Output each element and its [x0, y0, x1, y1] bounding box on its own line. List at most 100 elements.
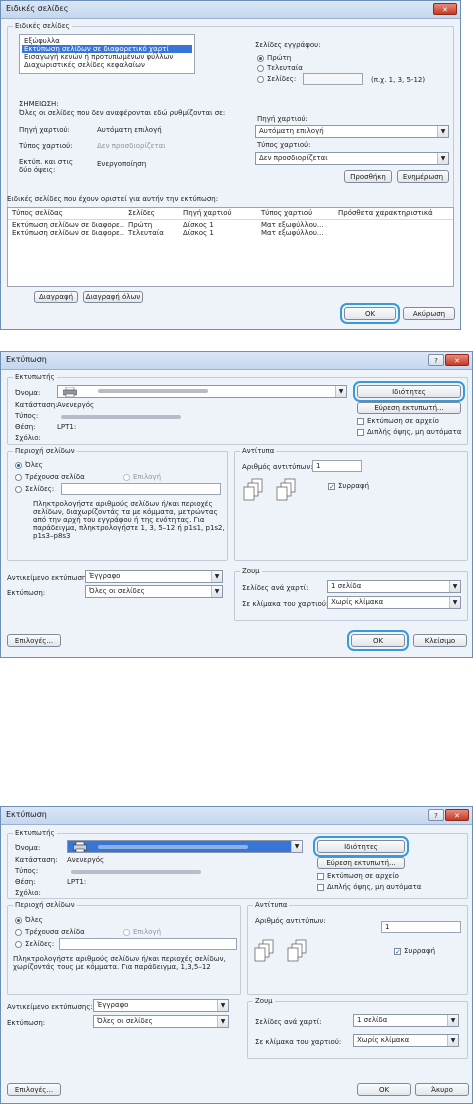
- where-value: LPT1:: [57, 423, 77, 431]
- print-to-file-checkbox[interactable]: [317, 873, 324, 880]
- print-what-value: Έγγραφο: [97, 1001, 129, 1009]
- scale-select[interactable]: Χωρίς κλίμακα ▼: [327, 596, 461, 609]
- scale-label: Σε κλίμακα του χαρτιού:: [242, 600, 329, 608]
- find-printer-button[interactable]: Εύρεση εκτυπωτή...: [317, 857, 405, 869]
- ok-button[interactable]: OK: [347, 630, 409, 651]
- radio-pages[interactable]: [257, 76, 264, 83]
- collate-checkbox[interactable]: ✓: [394, 948, 401, 956]
- print-value: Όλες οι σελίδες: [97, 1017, 153, 1025]
- group-label: Ειδικές σελίδες: [13, 22, 72, 30]
- chevron-down-icon: ▼: [291, 841, 302, 852]
- copies-spinner[interactable]: 1: [312, 460, 362, 472]
- manual-duplex-label: Διπλής όψης, μη αυτόματα: [367, 428, 462, 436]
- collate-pages-icon: [243, 478, 296, 501]
- radio-all[interactable]: [15, 917, 22, 924]
- help-icon[interactable]: ?: [428, 354, 444, 366]
- table-cell[interactable]: Εκτύπωση σελίδων σε διαφορε...: [12, 221, 124, 229]
- copies-spinner[interactable]: 1: [381, 921, 461, 933]
- radio-first[interactable]: [257, 55, 264, 62]
- pages-per-sheet-select[interactable]: 1 σελίδα ▼: [327, 580, 461, 593]
- ok-button[interactable]: OK: [357, 1083, 411, 1096]
- print-select[interactable]: Όλες οι σελίδες ▼: [93, 1015, 229, 1028]
- paper-type-select[interactable]: Δεν προσδιορίζεται ▼: [255, 152, 449, 165]
- print-select[interactable]: Όλες οι σελίδες ▼: [85, 585, 223, 598]
- collate-pages-icon: [254, 939, 307, 962]
- radio-pages-label: Σελίδες:: [25, 940, 55, 948]
- table-cell[interactable]: Ματ εξωφύλλου...: [261, 229, 324, 237]
- special-page-type-list[interactable]: Εξώφυλλα Εκτύπωση σελίδων σε διαφορετικό…: [19, 34, 195, 74]
- close-icon[interactable]: ✕: [445, 354, 469, 366]
- radio-first-label: Πρώτη: [267, 54, 292, 62]
- print-what-select[interactable]: Έγγραφο ▼: [85, 570, 223, 583]
- radio-current-page[interactable]: [15, 474, 22, 481]
- help-icon[interactable]: ?: [428, 809, 444, 821]
- column-header[interactable]: Πηγή χαρτιού: [183, 208, 232, 218]
- status-value: Ανενεργός: [57, 401, 95, 409]
- pages-input[interactable]: [59, 938, 237, 950]
- radio-all-label: Όλες: [25, 461, 43, 469]
- table-cell[interactable]: Δίσκος 1: [183, 229, 214, 237]
- pages-input[interactable]: [303, 73, 363, 85]
- options-button[interactable]: Επιλογές...: [7, 634, 61, 647]
- close-icon[interactable]: ✕: [433, 3, 457, 15]
- list-item[interactable]: Εξώφυλλα: [22, 37, 192, 45]
- pages-per-sheet-select[interactable]: 1 σελίδα ▼: [353, 1014, 459, 1027]
- radio-pages[interactable]: [15, 941, 22, 948]
- radio-all[interactable]: [15, 462, 22, 469]
- delete-button[interactable]: Διαγραφή: [34, 291, 78, 303]
- table-cell[interactable]: Τελευταία: [128, 229, 164, 237]
- manual-duplex-checkbox[interactable]: [357, 429, 364, 436]
- radio-last[interactable]: [257, 65, 264, 72]
- radio-selection[interactable]: [123, 929, 130, 936]
- manual-duplex-checkbox[interactable]: [317, 884, 324, 891]
- radio-current-page[interactable]: [15, 929, 22, 936]
- close-icon[interactable]: ✕: [445, 809, 469, 821]
- list-item[interactable]: Εκτύπωση σελίδων σε διαφορετικό χαρτί: [22, 45, 192, 53]
- paper-source-label: Πηγή χαρτιού:: [257, 115, 308, 123]
- copies-label: Αριθμός αντιτύπων:: [255, 917, 326, 925]
- add-button[interactable]: Προσθήκη: [344, 170, 392, 183]
- column-header[interactable]: Πρόσθετα χαρακτηριστικά: [338, 208, 433, 218]
- table-cell[interactable]: Εκτύπωση σελίδων σε διαφορε...: [12, 229, 124, 237]
- list-item[interactable]: Εισαγωγή κενών ή προτυπωμένων φύλλων: [22, 53, 192, 61]
- paper-source-select[interactable]: Αυτόματη επιλογή ▼: [255, 125, 449, 138]
- pages-per-sheet-label: Σελίδες ανά χαρτί:: [255, 1018, 322, 1026]
- print-what-label: Αντικείμενο εκτύπωσης:: [7, 1003, 93, 1011]
- table-cell[interactable]: Ματ εξωφύλλου...: [261, 221, 324, 229]
- cancel-button[interactable]: Άκυρο: [415, 1083, 469, 1096]
- radio-current-page-label: Τρέχουσα σελίδα: [25, 928, 85, 936]
- collate-checkbox[interactable]: ✓: [328, 483, 335, 491]
- radio-pages-label: Σελίδες:: [25, 485, 55, 493]
- printer-name-select[interactable]: ▼: [67, 840, 303, 853]
- print-label: Εκτύπωση:: [7, 589, 46, 597]
- print-to-file-checkbox[interactable]: [357, 418, 364, 425]
- update-button[interactable]: Ενημέρωση: [397, 170, 449, 183]
- print-what-value: Έγγραφο: [89, 572, 121, 580]
- options-button[interactable]: Επιλογές...: [7, 1083, 61, 1096]
- title-bar: Εκτύπωση ? ✕: [1, 807, 472, 825]
- special-pages-table[interactable]: Τύπος σελίδας Σελίδες Πηγή χαρτιού Τύπος…: [7, 207, 454, 287]
- radio-pages[interactable]: [15, 486, 22, 493]
- radio-selection[interactable]: [123, 474, 130, 481]
- close-button[interactable]: Κλείσιμο: [413, 634, 467, 647]
- column-header[interactable]: Σελίδες: [128, 208, 155, 218]
- print-what-select[interactable]: Έγγραφο ▼: [93, 999, 229, 1012]
- properties-button[interactable]: Ιδιότητες: [353, 381, 465, 402]
- copies-label: Αριθμός αντιτύπων:: [242, 463, 313, 471]
- properties-button[interactable]: Ιδιότητες: [313, 836, 409, 857]
- column-header[interactable]: Τύπος σελίδας: [12, 208, 63, 218]
- column-header[interactable]: Τύπος χαρτιού: [261, 208, 313, 218]
- table-cell[interactable]: Δίσκος 1: [183, 221, 214, 229]
- delete-all-button[interactable]: Διαγραφή όλων: [83, 291, 143, 303]
- group-label: Περιοχή σελίδων: [13, 447, 77, 455]
- find-printer-button[interactable]: Εύρεση εκτυπωτή...: [357, 402, 461, 414]
- printer-name-select[interactable]: ▼: [57, 385, 347, 398]
- scale-select[interactable]: Χωρίς κλίμακα ▼: [353, 1034, 459, 1047]
- printer-name-obscured: [98, 845, 248, 849]
- ok-button[interactable]: OK: [340, 303, 400, 324]
- table-cell[interactable]: Πρώτη: [128, 221, 152, 229]
- comment-label: Σχόλιο:: [15, 434, 41, 442]
- pages-input[interactable]: [61, 483, 221, 495]
- list-item[interactable]: Διαχωριστικές σελίδες κεφαλαίων: [22, 61, 192, 69]
- cancel-button[interactable]: Ακύρωση: [403, 307, 455, 320]
